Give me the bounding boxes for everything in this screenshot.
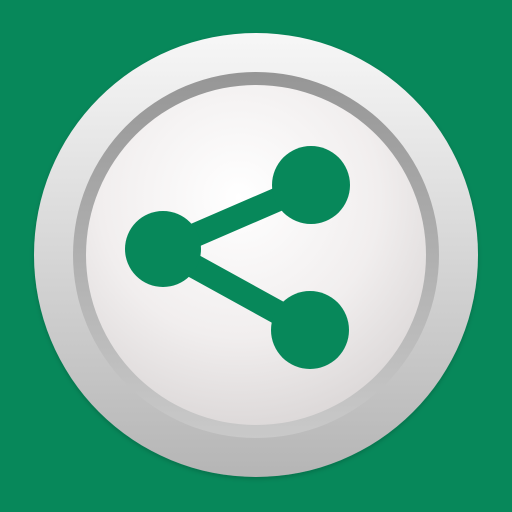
share-button-graphic: [0, 0, 512, 512]
share-icon-left-node: [125, 211, 201, 287]
share-icon-bottom-node: [271, 291, 349, 369]
app-icon-canvas: [0, 0, 512, 512]
share-icon-top-node: [272, 146, 350, 224]
share-button[interactable]: [0, 0, 512, 512]
